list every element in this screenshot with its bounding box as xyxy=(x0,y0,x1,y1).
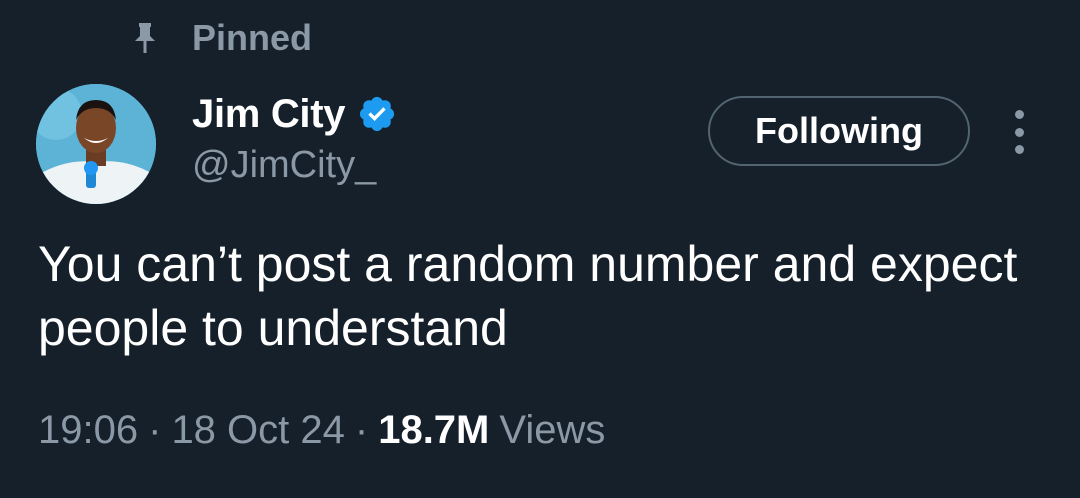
author-name-row[interactable]: Jim City xyxy=(192,88,397,140)
views-count[interactable]: 18.7M xyxy=(378,408,489,452)
author-handle[interactable]: @JimCity_ xyxy=(192,144,376,187)
meta-separator: · xyxy=(148,408,162,452)
tweet-text: You can’t post a random number and expec… xyxy=(38,236,1018,356)
pinned-indicator: Pinned xyxy=(130,16,312,60)
avatar[interactable] xyxy=(36,84,156,204)
tweet-time[interactable]: 19:06 xyxy=(38,408,138,452)
views-label: Views xyxy=(499,408,606,452)
following-button[interactable]: Following xyxy=(708,96,970,166)
pinned-label: Pinned xyxy=(192,17,313,58)
verified-badge-icon[interactable] xyxy=(357,94,397,134)
author-name[interactable]: Jim City xyxy=(192,92,346,137)
avatar-image xyxy=(36,84,156,204)
more-vertical-icon[interactable] xyxy=(1004,110,1034,154)
tweet-meta: 19:06 · 18 Oct 24 · 18.7M Views xyxy=(38,408,605,453)
pin-icon xyxy=(130,21,160,55)
tweet-date[interactable]: 18 Oct 24 xyxy=(171,408,344,452)
meta-separator: · xyxy=(354,408,369,452)
